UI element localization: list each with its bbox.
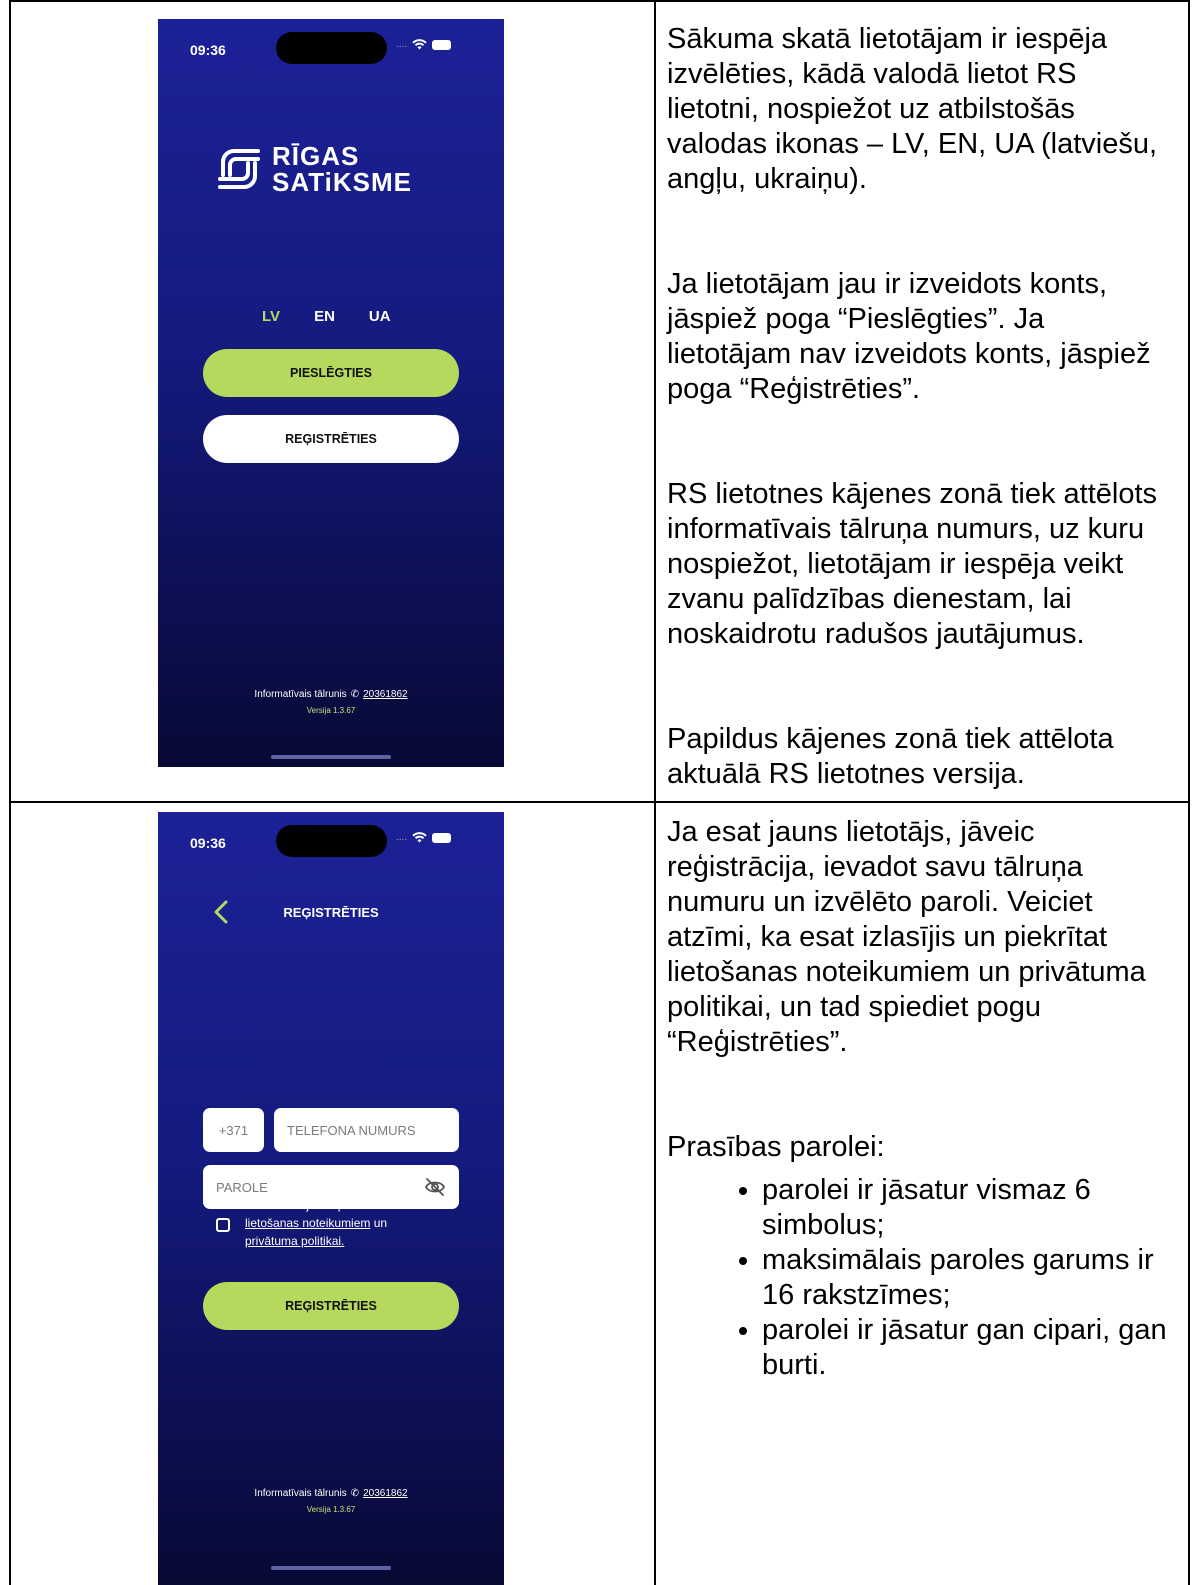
language-selector: LV EN UA [262,308,391,325]
phone-icon: ✆ [350,689,360,700]
requirement-item: parolei ir jāsatur vismaz 6 simbolus; [762,1173,1172,1243]
signal-dots-icon: .... [396,832,408,843]
terms-link[interactable]: lietošanas noteikumiem [245,1216,370,1230]
lang-lv[interactable]: LV [262,308,280,325]
table-column-divider [654,0,656,1585]
logo-mark-icon [218,149,260,189]
register-button[interactable]: REĢISTRĒTIES [203,415,459,463]
home-indicator [271,755,391,759]
description-paragraph: Papildus kājenes zonā tiek attēlota aktu… [667,723,1114,790]
consent-and: un [373,1216,388,1230]
logo-line2: SATiKSME [272,167,412,197]
eye-off-icon[interactable] [424,1178,446,1196]
phone-screen-register: 09:36 .... REĢISTRĒTIES +371 TELEFONA NU… [158,812,504,1585]
login-button[interactable]: PIESLĒGTIES [203,349,459,397]
screen-title: REĢISTRĒTIES [283,905,379,920]
table-border-right [1188,0,1190,1585]
footer-phone-link[interactable]: 20361862 [363,689,408,700]
register-submit-button[interactable]: REĢISTRĒTIES [203,1282,459,1330]
consent-checkbox[interactable] [216,1218,230,1232]
status-time: 09:36 [190,835,226,851]
consent-line1: Esmu izlasījis un piekrītu [245,1198,378,1212]
privacy-link[interactable]: privātuma politikai. [245,1232,387,1250]
password-placeholder: PAROLE [216,1179,268,1195]
table-row-divider [9,801,1190,803]
requirement-item: parolei ir jāsatur gan cipari, gan burti… [762,1313,1172,1383]
consent-text: Esmu izlasījis un piekrītu lietošanas no… [245,1196,387,1250]
footer-version: Versija 1.3.67 [306,1505,356,1514]
status-icons: .... [396,832,452,843]
description-paragraph: RS lietotnes kājenes zonā tiek attēlots … [667,478,1158,650]
battery-icon [432,832,452,843]
phone-number-placeholder: TELEFONA NUMURS [287,1122,416,1138]
lang-ua[interactable]: UA [369,308,391,325]
description-paragraph: Sākuma skatā lietotājam ir iespēja izvēl… [667,23,1158,195]
table-border-left [9,0,11,1585]
signal-dots-icon: .... [396,39,408,50]
requirements-list: parolei ir jāsatur vismaz 6 simbolus; ma… [667,1173,1172,1383]
wifi-icon [412,39,427,50]
logo-text: RĪGAS SATiKSME [272,143,412,195]
description-paragraph: Ja lietotājam jau ir izveidots konts, jā… [667,268,1151,405]
lang-en[interactable]: EN [314,308,335,325]
phone-screen-start: 09:36 .... RĪGAS SATiKSME LV EN UA PIESL… [158,19,504,767]
dynamic-island [276,825,387,857]
footer-version: Versija 1.3.67 [306,706,356,715]
description-intro: Ja esat jauns lietotājs, jāveic reģistrā… [667,816,1146,1058]
status-time: 09:36 [190,42,226,58]
requirement-item: maksimālais paroles garums ir 16 rakstzī… [762,1243,1172,1313]
description-start-screen: Sākuma skatā lietotājam ir iespēja izvēl… [667,22,1172,792]
phone-number-input[interactable]: TELEFONA NUMURS [274,1108,459,1152]
footer-info-label: Informatīvais tālrunis [254,1488,347,1499]
table-border-top [9,0,1190,2]
country-code-value: +371 [218,1122,249,1138]
description-register-screen: Ja esat jauns lietotājs, jāveic reģistrā… [667,815,1172,1383]
country-code-field[interactable]: +371 [203,1108,264,1152]
wifi-icon [412,832,427,843]
footer: Informatīvais tālrunis ✆ 20361862 Versij… [158,689,504,715]
logo-line1: RĪGAS [272,141,360,171]
dynamic-island [276,32,387,64]
footer-info-label: Informatīvais tālrunis [254,689,347,700]
status-icons: .... [396,39,452,50]
battery-icon [432,39,452,50]
footer: Informatīvais tālrunis ✆ 20361862 Versij… [158,1488,504,1514]
home-indicator [271,1566,391,1570]
requirements-heading: Prasības parolei: [667,1131,885,1163]
rigas-satiksme-logo: RĪGAS SATiKSME [214,143,412,195]
phone-icon: ✆ [350,1488,360,1499]
footer-phone-link[interactable]: 20361862 [363,1488,408,1499]
